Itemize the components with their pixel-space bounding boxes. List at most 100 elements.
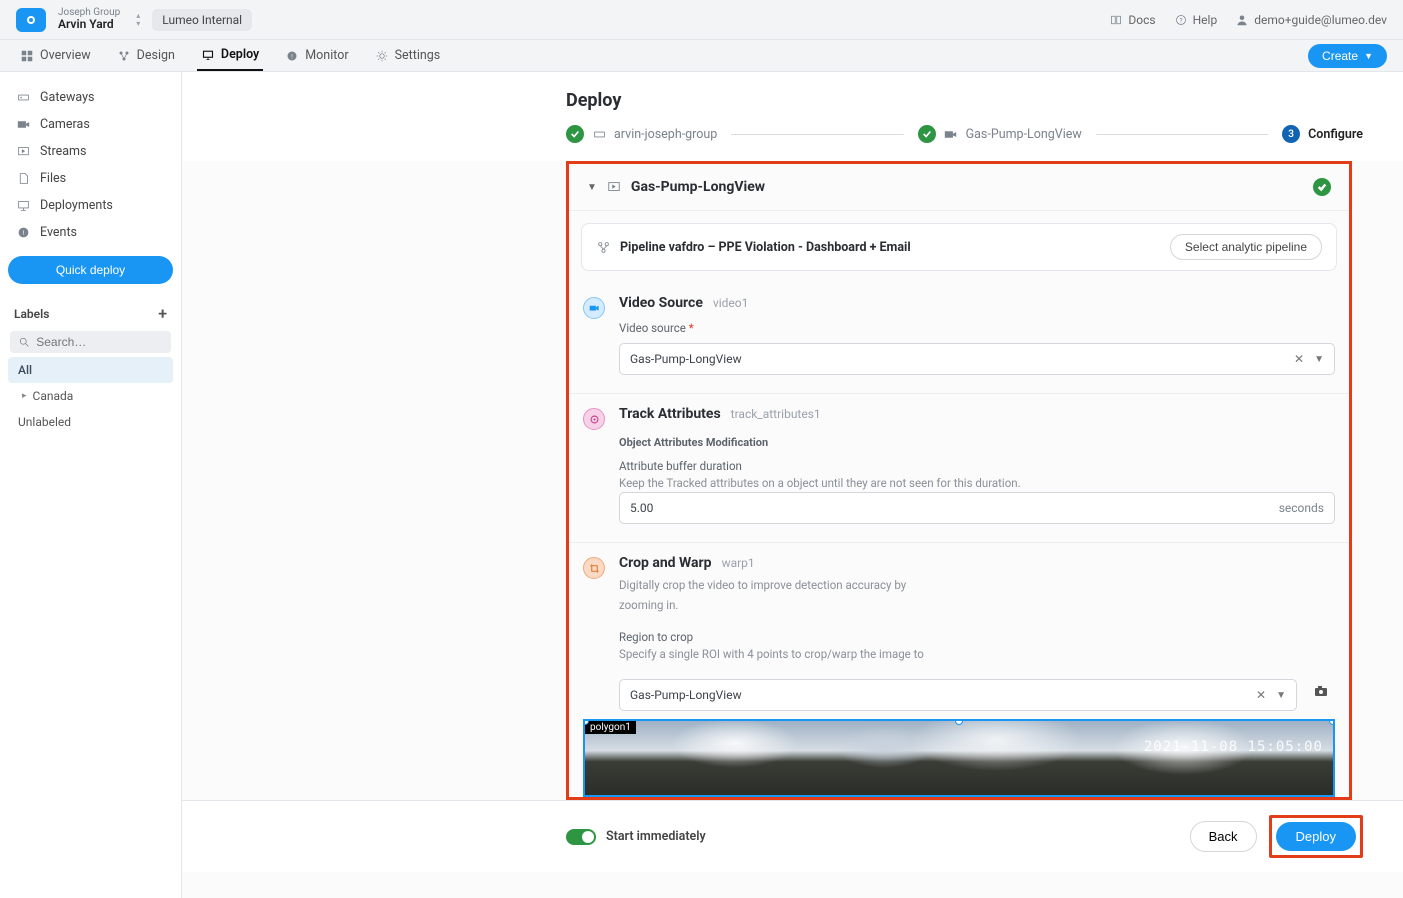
node-id: video1 — [713, 296, 748, 310]
step-3-label: Configure — [1308, 127, 1363, 142]
label-unlabeled[interactable]: Unlabeled — [8, 409, 173, 435]
label-all[interactable]: All — [8, 357, 173, 383]
add-label-button[interactable]: + — [158, 304, 167, 323]
labels-header: Labels + — [8, 304, 173, 323]
chevron-right-icon: ▸ — [22, 391, 27, 401]
field-label: Attribute buffer duration — [619, 459, 1335, 473]
deployments-icon — [16, 199, 30, 213]
search-icon — [18, 335, 30, 349]
step-1-check-icon — [566, 125, 584, 143]
step-3[interactable]: 3 Configure — [1282, 125, 1363, 143]
clear-icon[interactable]: ✕ — [1256, 688, 1266, 702]
buffer-duration-input[interactable]: 5.00 seconds — [619, 492, 1335, 524]
snapshot-button[interactable] — [1307, 671, 1335, 711]
topbar-left: Joseph Group Arvin Yard ▴▾ Lumeo Interna… — [16, 7, 252, 31]
labels-title: Labels — [14, 307, 49, 321]
chevron-down-icon[interactable]: ▼ — [1276, 690, 1286, 701]
quick-deploy-button[interactable]: Quick deploy — [8, 256, 173, 284]
node-id: warp1 — [722, 556, 755, 570]
topbar: Joseph Group Arvin Yard ▴▾ Lumeo Interna… — [0, 0, 1403, 40]
video-source-node-icon — [583, 297, 605, 319]
field-label: Region to crop — [619, 630, 1335, 644]
deploy-button-highlight: Deploy — [1269, 815, 1363, 858]
subheader: Object Attributes Modification — [619, 436, 1335, 449]
org-switcher-caret[interactable]: ▴▾ — [136, 12, 140, 27]
step-2[interactable]: Gas-Pump-LongView — [918, 125, 1082, 143]
footer: Start immediately Back Deploy — [182, 800, 1403, 872]
user-menu[interactable]: demo+guide@lumeo.dev — [1235, 13, 1387, 27]
pipeline-row: Pipeline vafdro – PPE Violation - Dashbo… — [581, 223, 1337, 271]
topbar-right: Docs ? Help demo+guide@lumeo.dev — [1109, 13, 1387, 27]
labels-search[interactable] — [10, 331, 171, 353]
input-value: 5.00 — [630, 501, 653, 515]
step-2-label: Gas-Pump-LongView — [966, 127, 1082, 142]
input-suffix: seconds — [1279, 501, 1324, 515]
video-source-select[interactable]: Gas-Pump-LongView ✕ ▼ — [619, 343, 1335, 375]
label-canada[interactable]: ▸ Canada — [8, 383, 173, 409]
configure-panel-highlight: ▼ Gas-Pump-LongView Pipeline vafdro – PP… — [566, 161, 1352, 800]
pipeline-name-text: Pipeline vafdro – PPE Violation - Dashbo… — [620, 240, 911, 255]
settings-icon — [375, 49, 389, 63]
nav-settings[interactable]: Settings — [371, 40, 445, 71]
help-icon: ? — [1174, 13, 1188, 27]
sidebar-item-cameras[interactable]: Cameras — [8, 111, 173, 138]
nav-overview[interactable]: Overview — [16, 40, 95, 71]
step-line — [731, 134, 903, 135]
select-pipeline-button[interactable]: Select analytic pipeline — [1170, 234, 1322, 260]
nav-label: Deploy — [221, 47, 259, 62]
create-button[interactable]: Create ▼ — [1308, 44, 1387, 68]
section-video-source: Video Source video1 Video source * Gas-P… — [569, 283, 1349, 394]
sidebar-item-label: Deployments — [40, 198, 113, 213]
nav-design[interactable]: Design — [113, 40, 179, 71]
crop-source-select[interactable]: Gas-Pump-LongView ✕ ▼ — [619, 679, 1297, 711]
svg-text:?: ? — [1179, 17, 1182, 24]
label-text: Canada — [33, 389, 74, 403]
nav-monitor[interactable]: ! Monitor — [281, 40, 352, 71]
track-attributes-node-icon — [583, 408, 605, 430]
video-preview[interactable]: polygon1 2021-11-08 15:05:00 — [583, 719, 1335, 797]
pipeline-name: Pipeline vafdro – PPE Violation - Dashbo… — [596, 240, 911, 255]
pipeline-icon — [596, 240, 610, 254]
gateway-icon — [16, 91, 30, 105]
sidebar-item-files[interactable]: Files — [8, 165, 173, 192]
panel-title: Gas-Pump-LongView — [631, 179, 765, 195]
sidebar-item-events[interactable]: ! Events — [8, 219, 173, 246]
sidebar-item-gateways[interactable]: Gateways — [8, 84, 173, 111]
section-title: Track Attributes — [619, 406, 721, 422]
node-id: track_attributes1 — [731, 407, 821, 421]
helper: Keep the Tracked attributes on a object … — [619, 475, 1335, 492]
resize-handle-top-right[interactable] — [1329, 719, 1335, 725]
chevron-down-icon[interactable]: ▼ — [587, 182, 597, 193]
start-immediately-toggle[interactable] — [566, 829, 596, 845]
stepper: arvin-joseph-group Gas-Pump-LongView 3 C… — [182, 119, 1403, 161]
start-immediately-label: Start immediately — [606, 829, 706, 844]
chevron-down-icon[interactable]: ▼ — [1314, 354, 1324, 365]
nav-label: Design — [137, 48, 175, 63]
org-switcher[interactable]: Joseph Group Arvin Yard — [58, 7, 120, 31]
camera-icon — [944, 127, 958, 141]
back-button[interactable]: Back — [1190, 821, 1257, 852]
docs-icon — [1109, 13, 1123, 27]
page-title: Deploy — [182, 72, 1403, 119]
labels-search-input[interactable] — [36, 335, 163, 349]
clear-icon[interactable]: ✕ — [1294, 352, 1304, 366]
nav-label: Overview — [40, 48, 91, 63]
logo[interactable] — [16, 8, 46, 32]
main: Deploy arvin-joseph-group Gas-Pump-LongV… — [182, 72, 1403, 898]
nav-deploy[interactable]: Deploy — [197, 40, 263, 71]
help-link[interactable]: ? Help — [1174, 13, 1218, 27]
navbar: Overview Design Deploy ! Monitor Setting… — [0, 40, 1403, 72]
user-icon — [1235, 13, 1249, 27]
deploy-icon — [201, 48, 215, 62]
step-2-check-icon — [918, 125, 936, 143]
step-1[interactable]: arvin-joseph-group — [566, 125, 717, 143]
sidebar-item-streams[interactable]: Streams — [8, 138, 173, 165]
deploy-button[interactable]: Deploy — [1276, 822, 1356, 851]
nav-items: Overview Design Deploy ! Monitor Setting… — [16, 40, 444, 71]
env-chip: Lumeo Internal — [152, 9, 252, 31]
field-label: Video source * — [619, 321, 1335, 335]
docs-link[interactable]: Docs — [1109, 13, 1155, 27]
sidebar-item-deployments[interactable]: Deployments — [8, 192, 173, 219]
overview-icon — [20, 49, 34, 63]
panel-status-check-icon — [1313, 178, 1331, 196]
